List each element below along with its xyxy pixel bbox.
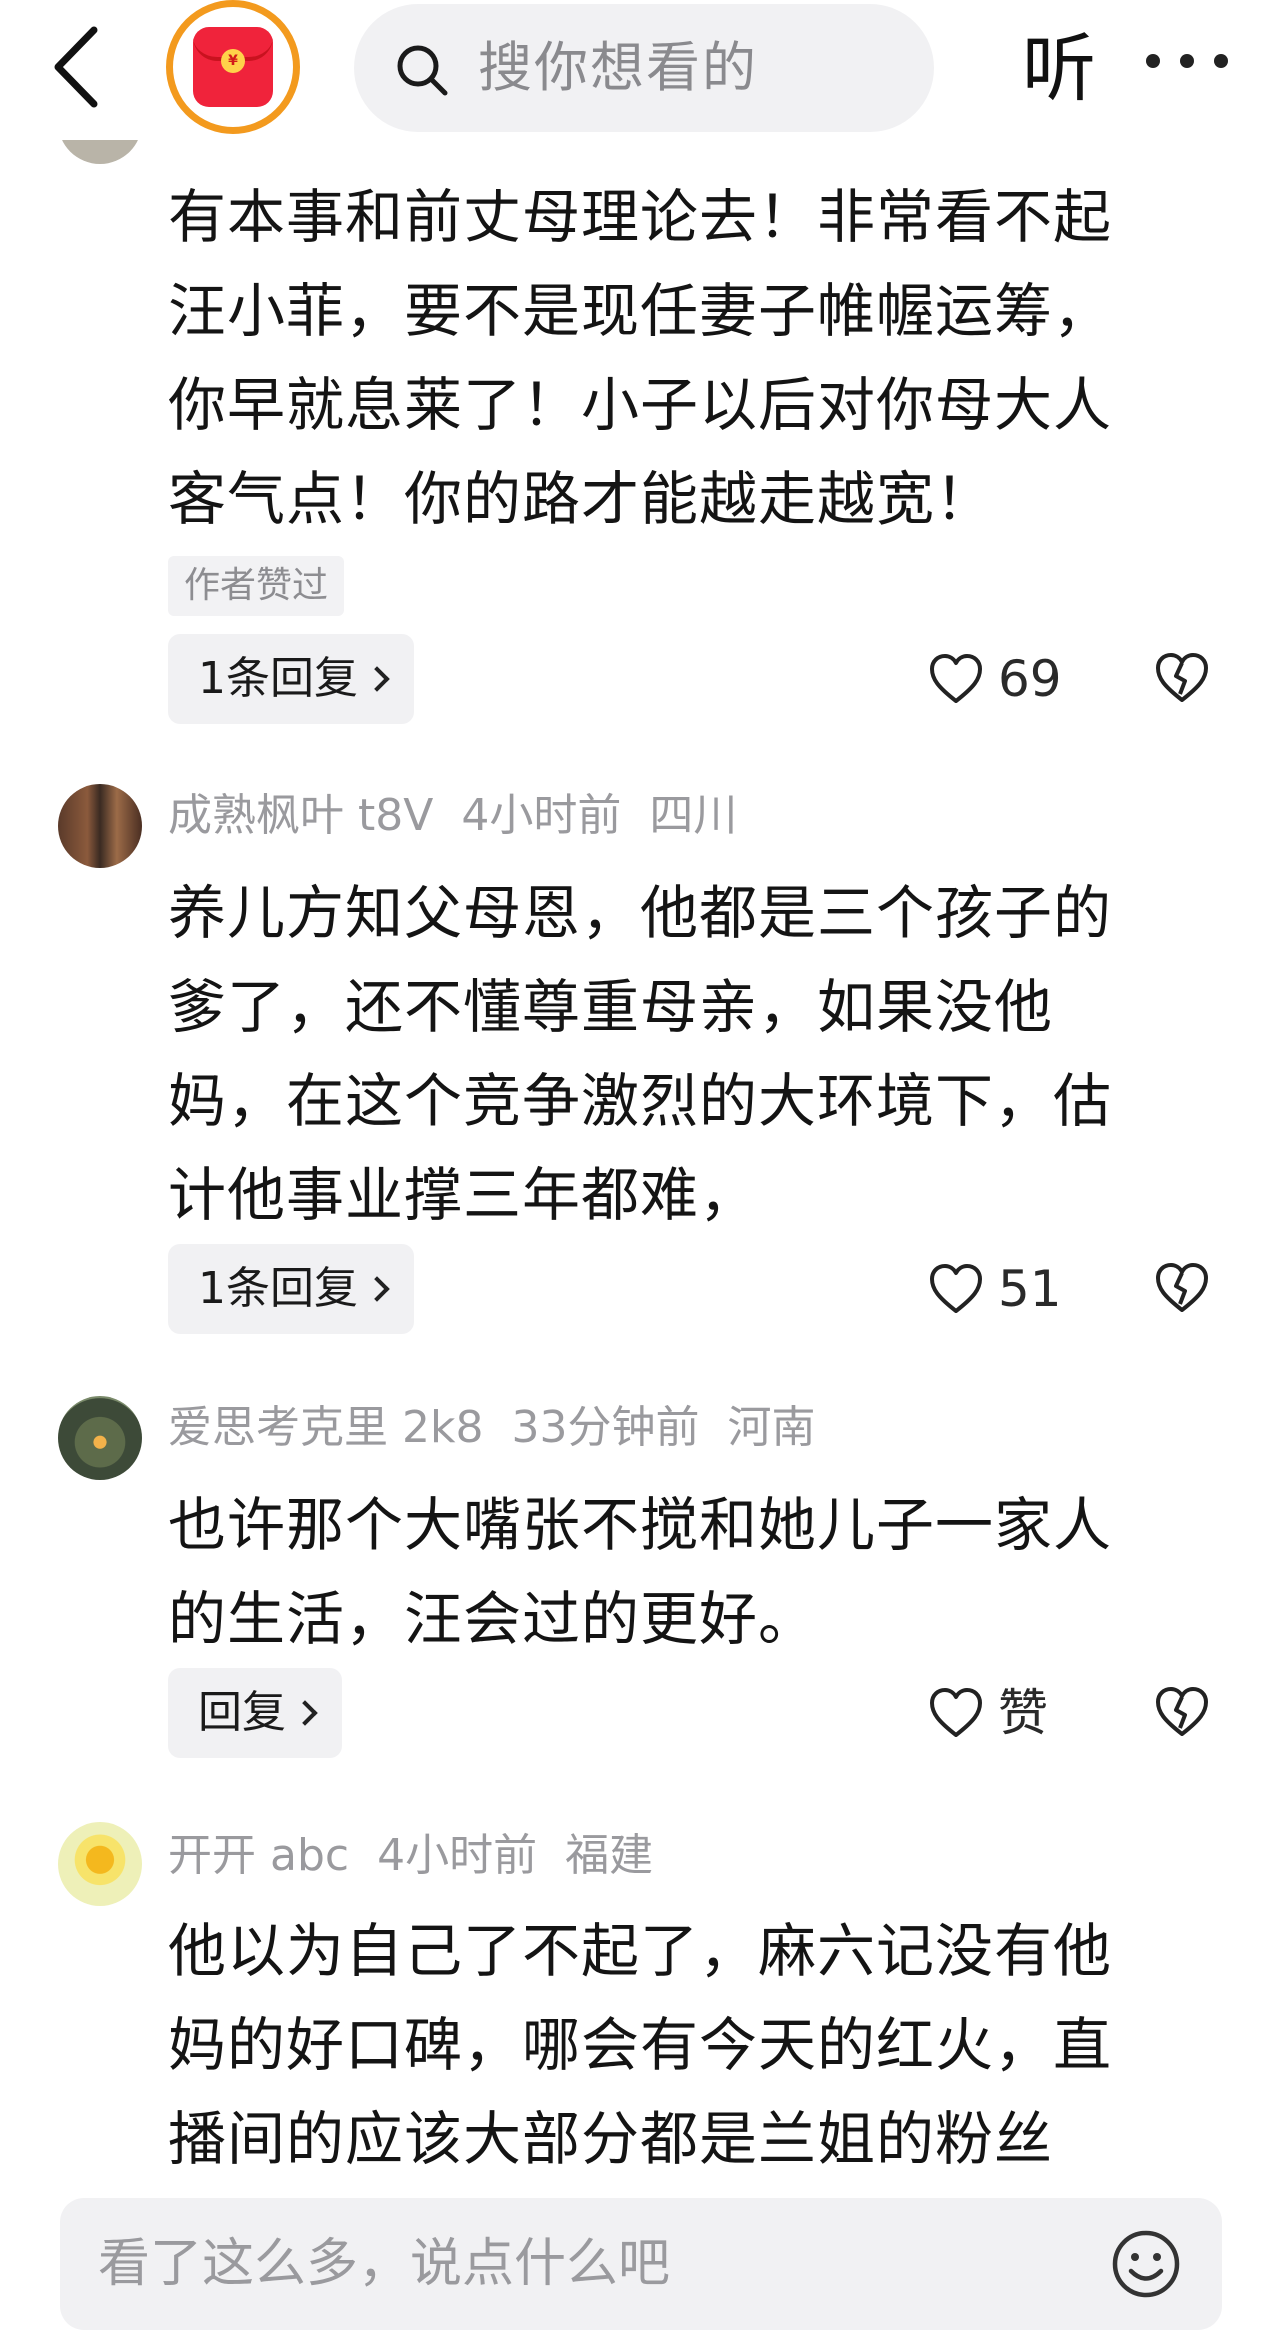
- avatar[interactable]: [58, 1396, 142, 1480]
- comment-text: 他以为自己了不起了，麻六记没有他 妈的好口碑，哪会有今天的红火，直 播间的应该大…: [168, 1917, 1113, 2173]
- username[interactable]: 爱思考克里 2k8: [168, 1402, 483, 1453]
- like-button[interactable]: 51: [928, 1254, 1088, 1324]
- chevron-right-icon: [364, 1276, 390, 1302]
- emoji-icon[interactable]: [1110, 2228, 1182, 2300]
- red-envelope-icon: ¥: [193, 27, 273, 107]
- comment-meta: 爱思考克里 2k8 33分钟前 河南: [168, 1398, 815, 1458]
- location: 河南: [727, 1402, 816, 1453]
- like-count: 69: [998, 650, 1062, 708]
- heart-icon: [930, 1688, 982, 1737]
- search-placeholder: 搜你想看的: [478, 36, 758, 99]
- broken-heart-icon[interactable]: [1154, 1260, 1210, 1316]
- like-button[interactable]: 赞: [928, 1678, 1088, 1748]
- like-count: 51: [998, 1260, 1062, 1318]
- reply-label: 1条回复: [198, 1263, 358, 1314]
- reply-button[interactable]: 回复: [168, 1668, 342, 1758]
- location: 四川: [649, 790, 738, 841]
- broken-heart-icon[interactable]: [1154, 1684, 1210, 1740]
- comment-text: 养儿方知父母恩，他都是三个孩子的 爹了，还不懂尊重母亲，如果没他 妈，在这个竞争…: [168, 879, 1113, 1229]
- search-icon: [397, 45, 448, 96]
- avatar[interactable]: [58, 784, 142, 868]
- chevron-right-icon: [292, 1700, 318, 1726]
- avatar[interactable]: [58, 1822, 142, 1906]
- heart-icon: [930, 654, 982, 703]
- timestamp: 33分钟前: [511, 1402, 700, 1453]
- comment-meta: 开开 abc 4小时前 福建: [168, 1826, 653, 1886]
- listen-button[interactable]: 听: [1022, 14, 1096, 124]
- timestamp: 4小时前: [377, 1830, 538, 1881]
- more-dots-icon[interactable]: [1146, 52, 1232, 72]
- username[interactable]: 成熟枫叶 t8V: [168, 790, 433, 841]
- comment-input[interactable]: 看了这么多，说点什么吧: [60, 2198, 1222, 2330]
- comment-meta: 成熟枫叶 t8V 4小时前 四川: [168, 786, 737, 846]
- broken-heart-icon[interactable]: [1154, 650, 1210, 706]
- location: 福建: [565, 1830, 654, 1881]
- view-replies-button[interactable]: 1条回复: [168, 1244, 414, 1334]
- like-label: 赞: [998, 1684, 1048, 1742]
- back-chevron-icon[interactable]: [48, 24, 108, 110]
- top-bar: ¥ 搜你想看的 听: [0, 0, 1280, 140]
- comment-input-placeholder: 看了这么多，说点什么吧: [98, 2234, 671, 2294]
- username[interactable]: 开开 abc: [168, 1830, 349, 1881]
- like-button[interactable]: 69: [928, 644, 1088, 714]
- chevron-right-icon: [364, 666, 390, 692]
- red-envelope-button[interactable]: ¥: [166, 0, 300, 134]
- reply-label: 回复: [198, 1687, 286, 1738]
- comment-text: 也许那个大嘴张不搅和她儿子一家人 的生活，汪会过的更好。: [168, 1491, 1113, 1653]
- reply-label: 1条回复: [198, 653, 358, 704]
- search-bar[interactable]: 搜你想看的: [354, 4, 934, 132]
- author-liked-badge: 作者赞过: [168, 556, 345, 616]
- comment-text: 有本事和前丈母理论去！非常看不起 汪小菲，要不是现任妻子帷幄运筹， 你早就息莱了…: [168, 183, 1113, 533]
- heart-icon: [930, 1264, 982, 1313]
- timestamp: 4小时前: [461, 790, 622, 841]
- view-replies-button[interactable]: 1条回复: [168, 634, 414, 724]
